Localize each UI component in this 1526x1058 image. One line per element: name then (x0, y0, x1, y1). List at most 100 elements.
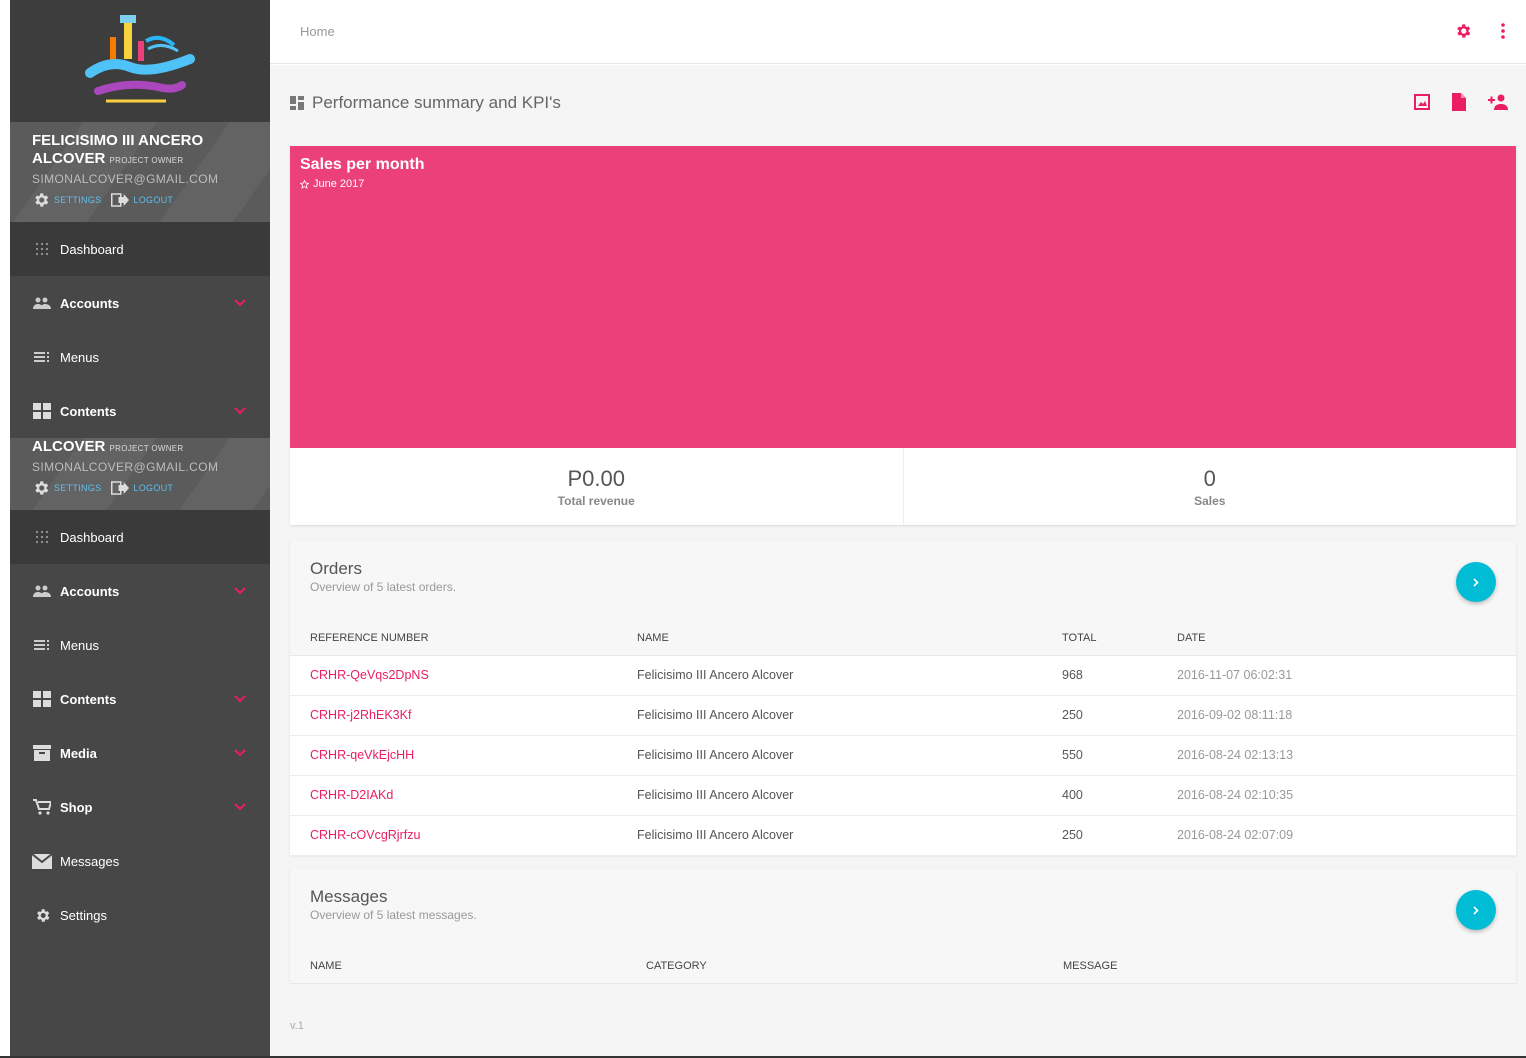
order-date: 2016-08-24 02:07:09 (1157, 815, 1516, 856)
user-email: SIMONALCOVER@GMAIL.COM (32, 460, 219, 474)
messages-more-button[interactable] (1456, 890, 1496, 930)
grid-dots-icon (36, 531, 48, 543)
tiles-icon (33, 691, 51, 707)
menu-lines-icon (34, 640, 49, 650)
more-vert-icon[interactable] (1500, 22, 1506, 40)
page-title: Performance summary and KPI's (312, 93, 561, 112)
orders-subtitle: Overview of 5 latest orders. (310, 580, 457, 594)
logout-icon (111, 481, 130, 495)
gear-icon (35, 193, 49, 207)
messages-card: Messages Overview of 5 latest messages. … (290, 869, 1516, 984)
column-header[interactable]: CATEGORY (626, 949, 1043, 984)
settings-link[interactable]: SETTINGS (54, 483, 101, 493)
breadcrumb[interactable]: Home (300, 24, 335, 39)
star-icon (300, 179, 309, 189)
chevron-down-icon[interactable] (234, 749, 246, 757)
messages-title: Messages (310, 887, 388, 906)
page-header: Performance summary and KPI's (290, 93, 561, 113)
chevron-down-icon[interactable] (234, 407, 246, 415)
table-row: CRHR-cOVcgRjrfzu Felicisimo III Ancero A… (290, 815, 1516, 856)
nav-media[interactable]: Media (10, 726, 270, 780)
file-icon[interactable] (1452, 93, 1466, 111)
grid-dots-icon (36, 243, 48, 255)
table-row: CRHR-QeVqs2DpNS Felicisimo III Ancero Al… (290, 655, 1516, 696)
orders-more-button[interactable] (1456, 562, 1496, 602)
order-reference-link[interactable]: CRHR-cOVcgRjrfzu (290, 815, 617, 856)
nav-accounts[interactable]: Accounts (10, 564, 270, 618)
sales-card: Sales per month June 2017 P0.00 Total re… (290, 146, 1516, 525)
gear-icon[interactable] (1454, 22, 1472, 40)
nav-contents[interactable]: Contents (10, 384, 270, 438)
chevron-right-icon (1473, 577, 1479, 587)
archive-icon (33, 745, 51, 761)
logout-link[interactable]: LOGOUT (133, 195, 173, 205)
order-total: 400 (1042, 775, 1157, 816)
gear-icon (36, 908, 49, 922)
user-profile-panel-repeat: ALCOVER PROJECT OWNER SIMONALCOVER@GMAIL… (10, 438, 270, 510)
nav-dashboard[interactable]: Dashboard (10, 222, 270, 276)
nav-menus[interactable]: Menus (10, 618, 270, 672)
chevron-down-icon[interactable] (234, 695, 246, 703)
order-reference-link[interactable]: CRHR-j2RhEK3Kf (290, 695, 617, 736)
user-profile-panel: FELICISIMO III ANCERO ALCOVER PROJECT OW… (10, 122, 270, 222)
dashboard-icon (290, 96, 304, 110)
column-header[interactable]: NAME (290, 949, 626, 984)
order-reference-link[interactable]: CRHR-qeVkEjcHH (290, 735, 617, 776)
logout-link[interactable]: LOGOUT (133, 483, 173, 493)
nav-dashboard-label: Dashboard (60, 529, 124, 545)
kpi-total-revenue: P0.00 Total revenue (290, 448, 903, 525)
nav-contents-label: Contents (60, 403, 117, 419)
nav-contents[interactable]: Contents (10, 672, 270, 726)
order-name: Felicisimo III Ancero Alcover (617, 815, 1042, 856)
order-reference-link[interactable]: CRHR-QeVqs2DpNS (290, 655, 617, 696)
chevron-right-icon (1473, 905, 1479, 915)
column-header[interactable]: REFERENCE NUMBER (290, 621, 617, 656)
nav-settings[interactable]: Settings (10, 888, 270, 942)
sales-chart-title: Sales per month (300, 156, 425, 173)
add-person-icon[interactable] (1488, 94, 1508, 110)
user-role: PROJECT OWNER (109, 156, 184, 165)
table-row: CRHR-j2RhEK3Kf Felicisimo III Ancero Alc… (290, 695, 1516, 736)
column-header[interactable]: NAME (617, 621, 1042, 656)
user-role: PROJECT OWNER (109, 444, 184, 453)
image-icon[interactable] (1414, 94, 1430, 110)
nav-accounts[interactable]: Accounts (10, 276, 270, 330)
kpi-sales: 0 Sales (902, 448, 1517, 525)
nav-messages-label: Messages (60, 853, 120, 869)
tiles-icon (33, 403, 51, 419)
chevron-down-icon[interactable] (234, 587, 246, 595)
nav-menus[interactable]: Menus (10, 330, 270, 384)
order-date: 2016-11-07 06:02:31 (1157, 655, 1516, 696)
orders-table: REFERENCE NUMBER NAME TOTAL DATE CRHR-Qe… (290, 621, 1516, 856)
kpi-value: P0.00 (567, 465, 626, 491)
chevron-down-icon[interactable] (234, 299, 246, 307)
column-header[interactable]: DATE (1157, 621, 1516, 656)
settings-link[interactable]: SETTINGS (54, 195, 101, 205)
people-icon (33, 297, 51, 309)
messages-subtitle: Overview of 5 latest messages. (310, 908, 477, 922)
order-reference-link[interactable]: CRHR-D2IAKd (290, 775, 617, 816)
orders-card: Orders Overview of 5 latest orders. REFE… (290, 541, 1516, 856)
column-header[interactable]: TOTAL (1042, 621, 1157, 656)
nav-menus-label: Menus (60, 349, 100, 365)
messages-table: NAME CATEGORY MESSAGE (290, 949, 1516, 984)
order-name: Felicisimo III Ancero Alcover (617, 655, 1042, 696)
chevron-down-icon[interactable] (234, 803, 246, 811)
sky-experience-logo (85, 15, 195, 103)
cart-icon (33, 799, 51, 815)
nav-messages[interactable]: Messages (10, 834, 270, 888)
sales-chart-subtitle: June 2017 (300, 178, 364, 190)
user-name: FELICISIMO III ANCERO ALCOVER PROJECT OW… (32, 132, 204, 167)
nav-shop[interactable]: Shop (10, 780, 270, 834)
order-total: 250 (1042, 815, 1157, 856)
people-icon (33, 585, 51, 597)
column-header[interactable]: MESSAGE (1043, 949, 1516, 984)
kpi-label: Sales (1194, 493, 1226, 508)
kpi-value: 0 (1203, 465, 1216, 491)
table-row: CRHR-qeVkEjcHH Felicisimo III Ancero Alc… (290, 735, 1516, 776)
sidebar: FELICISIMO III ANCERO ALCOVER PROJECT OW… (10, 0, 270, 1056)
order-total: 968 (1042, 655, 1157, 696)
page-actions (1414, 93, 1508, 111)
logo[interactable] (10, 0, 270, 122)
nav-dashboard[interactable]: Dashboard (10, 510, 270, 564)
